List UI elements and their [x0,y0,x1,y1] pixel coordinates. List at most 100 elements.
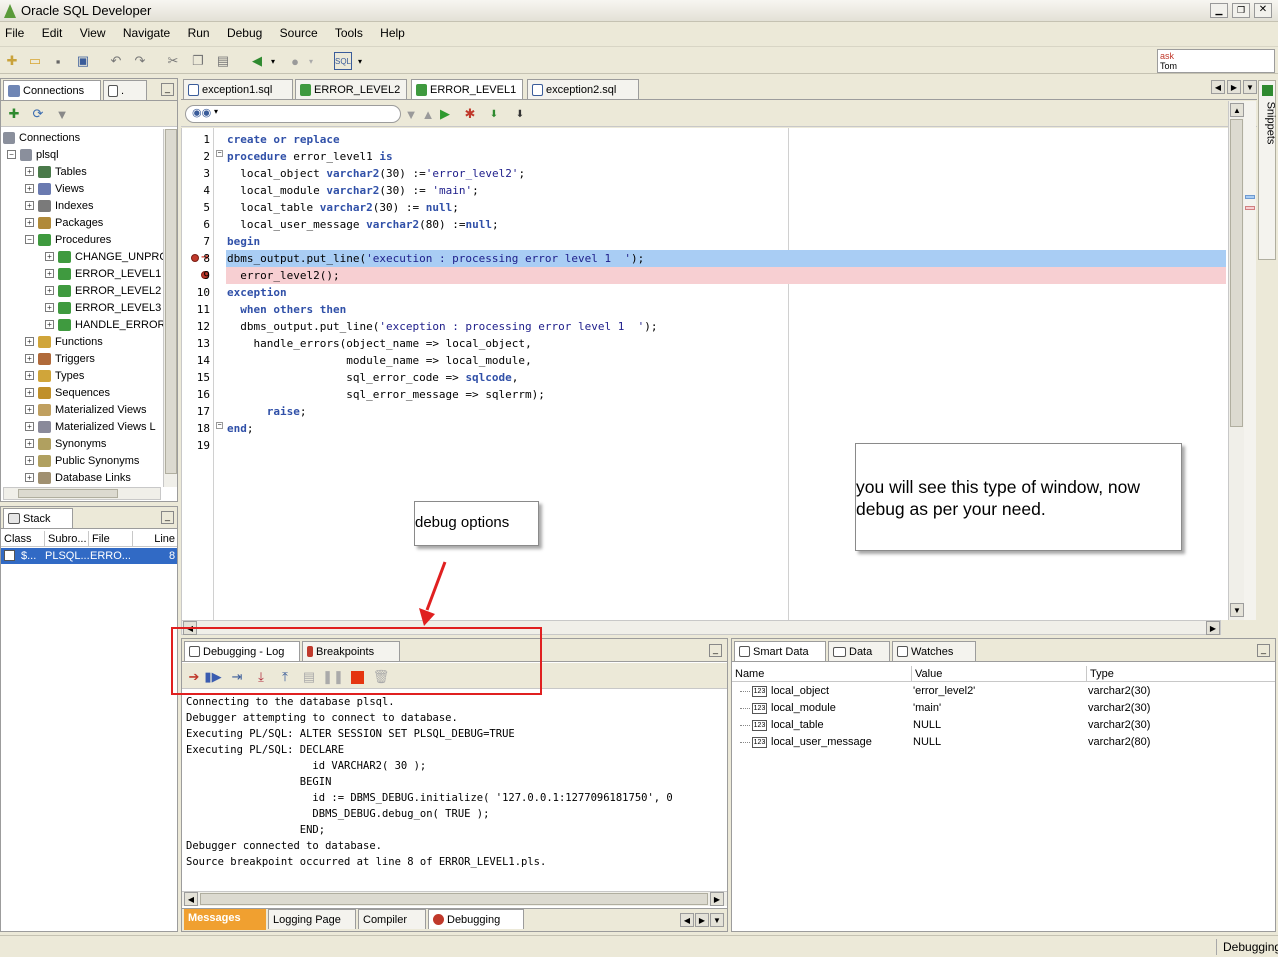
tree-node-database-links[interactable]: + Database Links [25,469,131,486]
expand-icon[interactable]: + [25,167,34,176]
tree-node-procedures[interactable]: − Procedures [25,231,111,248]
tab-connections[interactable]: Connections [3,80,101,100]
tab-stack[interactable]: Stack [3,508,73,528]
maximize-button[interactable]: ❐ [1232,3,1250,18]
expand-icon[interactable]: + [25,218,34,227]
step-up-icon[interactable]: ▲ [419,105,437,123]
expand-icon[interactable]: + [45,320,54,329]
menu-file[interactable]: File [5,26,24,40]
tab-watches[interactable]: Watches [892,641,976,661]
open-icon[interactable]: ▭ [26,52,44,70]
expand-icon[interactable]: + [45,286,54,295]
tab-error-level2[interactable]: ERROR_LEVEL2 [295,79,407,99]
tab-logging-page[interactable]: Logging Page [268,909,356,929]
add-connection-icon[interactable]: ✚ [5,105,23,123]
save-all-icon[interactable]: ▣ [74,52,92,70]
scroll-up-icon[interactable]: ▲ [1230,103,1244,117]
minimize-button[interactable]: ▁ [1210,3,1228,18]
back-dropdown-icon[interactable]: ▾ [268,52,278,70]
run-icon[interactable]: ▶ [436,105,454,123]
refresh-icon[interactable]: ⟳ [29,105,47,123]
tree-node-tables[interactable]: + Tables [25,163,87,180]
tabs-right-icon[interactable]: ▶ [1227,80,1241,94]
sql-worksheet-icon[interactable]: SQL [334,52,352,70]
tree-node-types[interactable]: + Types [25,367,84,384]
minimize-data-button[interactable]: _ [1257,644,1270,657]
col-type[interactable]: Type [1087,666,1275,682]
menu-run[interactable]: Run [188,26,210,40]
tree-node-triggers[interactable]: + Triggers [25,350,95,367]
forward-icon[interactable]: ● [286,52,304,70]
fold-icon[interactable]: − [216,150,223,157]
tree-root[interactable]: Connections [3,129,80,146]
expand-icon[interactable]: + [25,422,34,431]
tab-messages[interactable]: Messages [184,909,266,930]
sql-dropdown-icon[interactable]: ▾ [355,52,365,70]
log-scroll-right-icon[interactable]: ▶ [710,892,724,906]
tab-compiler[interactable]: Compiler [358,909,426,929]
data-row[interactable]: 123 local_module 'main' varchar2(30) [732,700,1275,717]
collapse-icon[interactable]: − [7,150,16,159]
menu-tools[interactable]: Tools [335,26,363,40]
tree-node-materialized-views-l[interactable]: + Materialized Views L [25,418,156,435]
expand-icon[interactable]: + [45,303,54,312]
minimize-log-button[interactable]: _ [709,644,722,657]
tab-error-level1[interactable]: ERROR_LEVEL1 [411,79,523,99]
menu-edit[interactable]: Edit [42,26,63,40]
tree-node-indexes[interactable]: + Indexes [25,197,94,214]
forward-dropdown-icon[interactable]: ▾ [306,52,316,70]
col-value[interactable]: Value [912,666,1087,682]
tree-procedure[interactable]: + ERROR_LEVEL3 [45,299,161,316]
collapse-icon[interactable]: − [25,235,34,244]
data-row[interactable]: 123 local_object 'error_level2' varchar2(30… [732,683,1275,700]
expand-icon[interactable]: + [25,456,34,465]
tree-node-synonyms[interactable]: + Synonyms [25,435,106,452]
tree-node-materialized-views[interactable]: + Materialized Views [25,401,147,418]
filter-icon[interactable]: ▼ [53,105,71,123]
tree-node-sequences[interactable]: + Sequences [25,384,110,401]
copy-icon[interactable]: ❐ [189,52,207,70]
bottom-tabs-list-icon[interactable]: ▼ [710,913,724,927]
editor-vscrollbar[interactable]: ▲ ▼ [1228,101,1244,620]
menu-debug[interactable]: Debug [227,26,262,40]
col-line[interactable]: Line [133,531,177,547]
tree-hscrollbar[interactable] [3,487,161,500]
col-file[interactable]: File [89,531,133,547]
tab-reports[interactable]: . [103,80,147,100]
tab-data[interactable]: Data [828,641,890,661]
scroll-right-icon[interactable]: ▶ [1206,621,1220,635]
tree-connection[interactable]: − plsql [7,146,59,163]
scroll-thumb[interactable] [1230,119,1243,427]
compile-debug-icon[interactable]: ⬇ [511,105,529,123]
tabs-left-icon[interactable]: ◀ [1211,80,1225,94]
menu-navigate[interactable]: Navigate [123,26,170,40]
tree-node-functions[interactable]: + Functions [25,333,103,350]
debug-bug-icon[interactable]: ✱ [461,105,479,123]
tree-procedure[interactable]: + HANDLE_ERROR [45,316,165,333]
data-row[interactable]: 123 local_user_message NULL varchar2(80) [732,734,1275,751]
expand-icon[interactable]: + [25,473,34,482]
expand-icon[interactable]: + [25,201,34,210]
tree-node-packages[interactable]: + Packages [25,214,103,231]
tree-node-public-synonyms[interactable]: + Public Synonyms [25,452,139,469]
bottom-tabs-left-icon[interactable]: ◀ [680,913,694,927]
expand-icon[interactable]: + [45,252,54,261]
find-field[interactable]: ◉◉ ▾ [185,105,401,123]
expand-icon[interactable]: + [25,371,34,380]
scroll-down-icon[interactable]: ▼ [1230,603,1244,617]
expand-icon[interactable]: + [25,354,34,363]
tree-procedure[interactable]: + CHANGE_UNPRO [45,248,168,265]
tree-node-views[interactable]: + Views [25,180,84,197]
stack-row[interactable]: $... PLSQL... ERRO... 8 [1,548,177,564]
col-class[interactable]: Class [1,531,45,547]
redo-icon[interactable]: ↷ [131,52,149,70]
compile-icon[interactable]: ⬇ [485,105,503,123]
tabs-list-icon[interactable]: ▼ [1243,80,1257,94]
save-icon[interactable]: ▪ [49,52,67,70]
expand-icon[interactable]: + [25,337,34,346]
col-name[interactable]: Name [732,666,912,682]
log-scroll-h[interactable]: ◀ ▶ [182,891,727,906]
step-down-icon[interactable]: ▼ [402,105,420,123]
menu-help[interactable]: Help [380,26,405,40]
tree-procedure[interactable]: + ERROR_LEVEL2 [45,282,161,299]
